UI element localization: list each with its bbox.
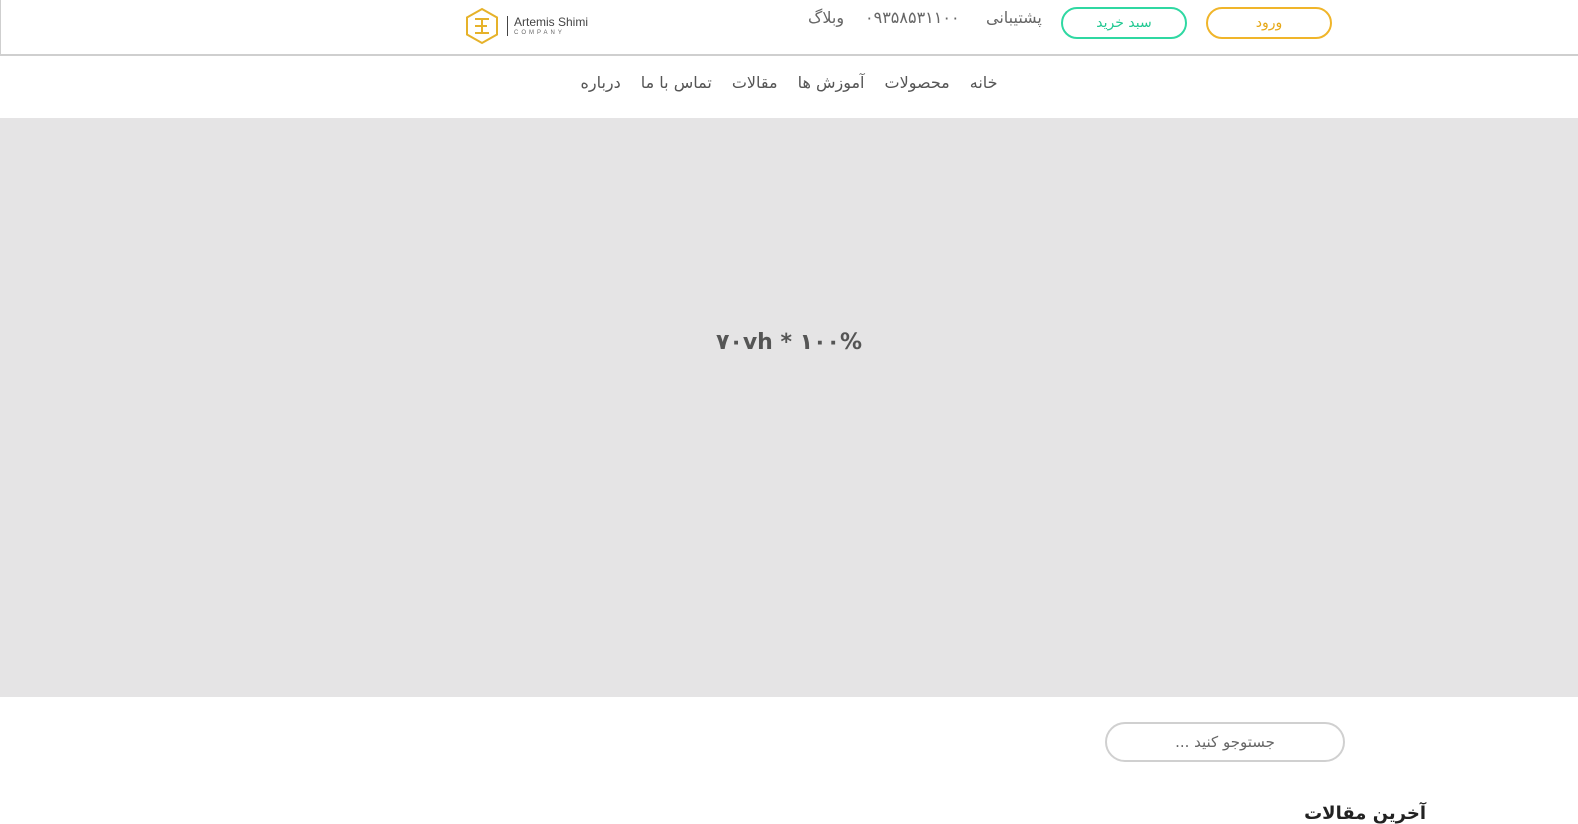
hexagon-logo-icon: [466, 7, 498, 45]
nav-item-tutorials[interactable]: آموزش ها: [798, 73, 865, 92]
nav-item-contact[interactable]: تماس با ما: [641, 73, 712, 92]
support-link[interactable]: پشتیبانی: [986, 8, 1042, 27]
main-navigation: خانه محصولات آموزش ها مقالات تماس با ما …: [0, 73, 1578, 92]
hero-banner: ۷۰vh * ۱۰۰%: [0, 118, 1578, 697]
latest-articles-title: آخرین مقالات: [1304, 803, 1426, 824]
blog-link[interactable]: وبلاگ: [808, 8, 844, 27]
top-header: ورود سبد خرید پشتیبانی ۰۹۳۵۸۵۳۱۱۰۰ وبلاگ…: [0, 0, 1578, 56]
logo-subtitle: COMPANY: [514, 30, 565, 36]
company-logo[interactable]: Artemis Shimi COMPANY: [463, 6, 593, 46]
login-button[interactable]: ورود: [1206, 7, 1332, 39]
logo-wordmark: Artemis Shimi COMPANY: [507, 16, 588, 36]
nav-item-home[interactable]: خانه: [970, 73, 998, 92]
nav-item-products[interactable]: محصولات: [885, 73, 950, 92]
nav-item-articles[interactable]: مقالات: [732, 73, 778, 92]
hero-placeholder-text: ۷۰vh * ۱۰۰%: [715, 330, 862, 355]
nav-item-about[interactable]: درباره: [580, 73, 620, 92]
logo-name: Artemis Shimi: [514, 15, 589, 29]
cart-button[interactable]: سبد خرید: [1061, 7, 1187, 39]
search-input[interactable]: [1105, 722, 1345, 762]
phone-number[interactable]: ۰۹۳۵۸۵۳۱۱۰۰: [865, 8, 960, 27]
